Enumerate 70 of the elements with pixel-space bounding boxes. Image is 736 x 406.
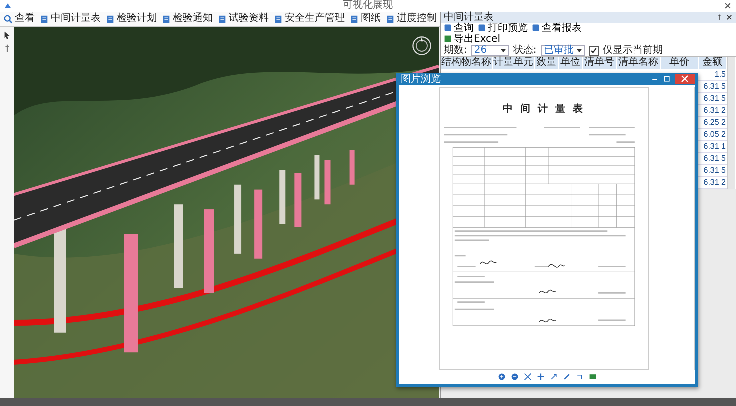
document-icon (444, 24, 452, 32)
zoom-in-icon[interactable] (498, 373, 506, 381)
column-header[interactable]: 数量 (535, 57, 559, 69)
window-title: 可视化展现 (343, 0, 393, 12)
toolbar-button[interactable]: 试验资料 (229, 13, 272, 25)
table-cell-text: 6.31 5 (702, 81, 727, 92)
search-icon[interactable] (4, 14, 13, 24)
column-header[interactable]: 计量单元 (493, 57, 535, 69)
period-dropdown[interactable]: 26 (471, 45, 510, 56)
pin-icon[interactable] (716, 14, 723, 21)
table-cell-text: 6.05 2 (702, 129, 727, 140)
toolbar-button[interactable]: 安全生产管理 (285, 13, 348, 25)
pin-icon[interactable] (2, 44, 12, 53)
toolbar-button[interactable]: 图纸 (361, 13, 384, 25)
export-button[interactable]: 导出Excel (444, 34, 500, 45)
bridge-3d-scene-drawing[interactable] (14, 27, 439, 398)
toolbar-button[interactable]: 中间计量表 (51, 13, 104, 25)
table-cell-text: 6.25 2 (702, 117, 727, 128)
document-title: 中 间 计 量 表 (503, 102, 585, 116)
document-icon (162, 14, 171, 24)
toolbar-button[interactable]: 检验计划 (117, 13, 160, 25)
status-label: 状态: (513, 45, 537, 56)
toolbar-button[interactable]: 进度控制 (397, 13, 440, 25)
close-icon[interactable] (675, 74, 695, 84)
spreadsheet-icon (444, 35, 452, 43)
document-icon (106, 14, 115, 24)
column-header[interactable]: 清单号 (583, 57, 617, 69)
scrollbar[interactable] (727, 57, 735, 189)
toolbar-button[interactable]: 检验通知 (173, 13, 216, 25)
document-icon (532, 24, 540, 32)
compass-icon[interactable] (411, 35, 433, 57)
status-dropdown[interactable]: 已审批 (540, 45, 585, 56)
zoom-out-icon[interactable] (510, 373, 518, 381)
move-icon[interactable] (536, 373, 544, 381)
column-header[interactable]: 单价 (661, 57, 699, 69)
document-icon (274, 14, 283, 24)
document-icon (386, 14, 395, 24)
panel-action-button[interactable]: 查看报表 (532, 23, 582, 34)
column-header[interactable]: 清单名称 (617, 57, 661, 69)
table-cell-text: 6.31 5 (702, 93, 727, 104)
table-cell-text: 1.5 (714, 69, 727, 80)
column-header[interactable]: 单位 (559, 57, 583, 69)
column-header[interactable]: 结构物名称 (441, 57, 493, 69)
table-cell-text: 6.31 2 (702, 177, 727, 188)
period-label: 期数: (444, 45, 468, 56)
fit-icon[interactable] (524, 373, 532, 381)
table-cell-text: 6.31 5 (702, 153, 727, 164)
filter-checkbox[interactable] (588, 46, 599, 56)
document-icon (350, 14, 359, 24)
viewer-title: 图片浏览 (401, 72, 441, 86)
toolbar-button[interactable]: 查看 (15, 13, 38, 25)
maximize-icon[interactable] (663, 75, 671, 83)
filter-label: 仅显示当前期 (602, 45, 663, 56)
document-icon (218, 14, 227, 24)
table-cell-text: 6.31 1 (702, 141, 727, 152)
close-icon[interactable] (724, 2, 732, 10)
panel-action-button[interactable]: 打印预览 (478, 23, 528, 34)
document-icon (478, 24, 486, 32)
table-cell-text: 6.31 5 (702, 165, 727, 176)
panel-title: 中间计量表 (444, 12, 494, 23)
document-icon (40, 14, 49, 24)
panel-action-button[interactable]: 查询 (444, 23, 474, 34)
rotate-icon[interactable] (550, 373, 558, 381)
close-icon[interactable] (726, 14, 733, 21)
caret-icon (576, 48, 582, 52)
caret-icon (501, 48, 506, 52)
pen-icon[interactable] (562, 373, 570, 381)
pointer-icon[interactable] (2, 31, 12, 40)
image-icon[interactable] (588, 373, 596, 381)
table-cell-text: 6.31 2 (702, 105, 727, 116)
